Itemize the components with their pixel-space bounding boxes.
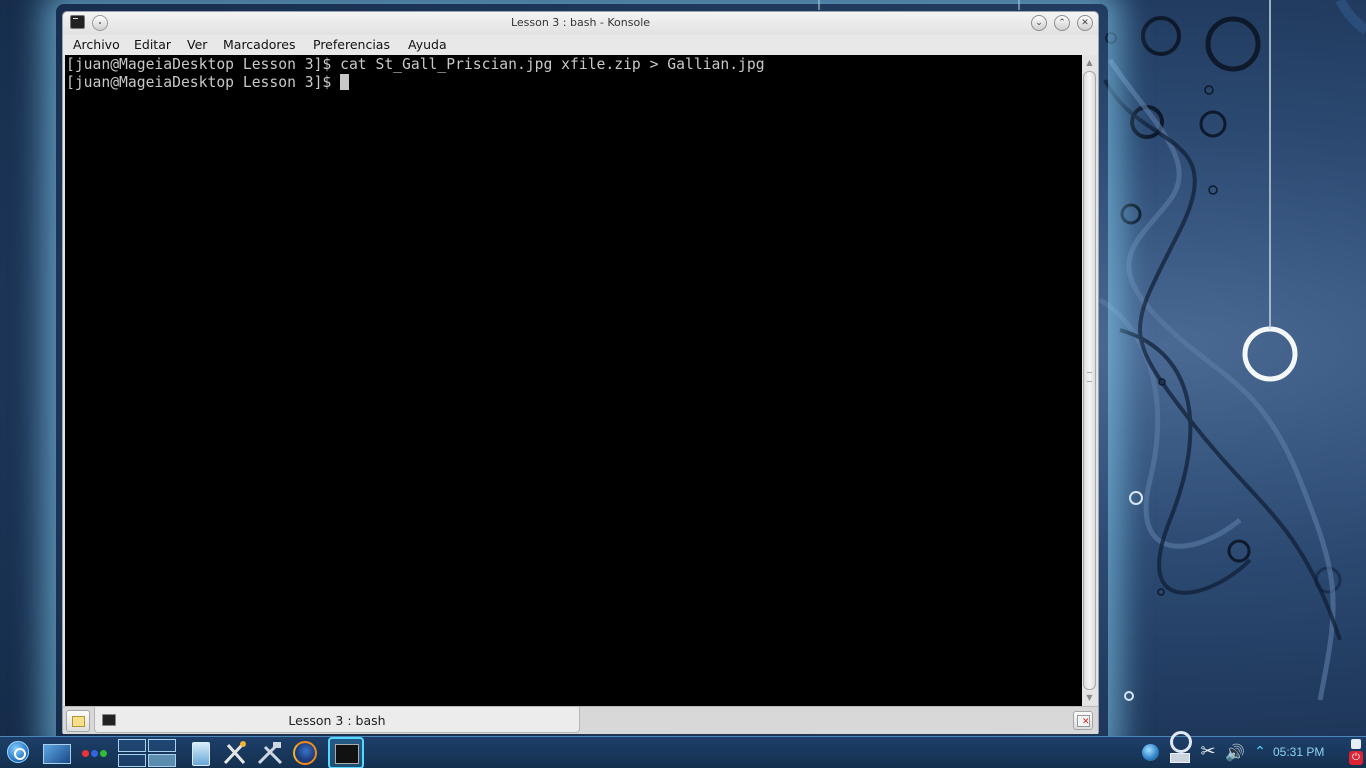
pager-desktop-3[interactable] [118,754,146,767]
tab-lesson-3-bash[interactable]: Lesson 3 : bash [94,707,580,733]
globe-icon[interactable] [1140,739,1162,767]
cashew-icon[interactable] [1348,739,1364,767]
maximize-button[interactable]: ⌃ [1054,15,1070,31]
kickoff-menu-icon[interactable] [4,739,32,767]
pager-desktop-1[interactable] [118,739,146,752]
firefox-icon[interactable] [290,739,320,767]
grip-icon [1087,372,1092,382]
text-cursor [340,74,350,90]
new-tab-button[interactable] [66,710,90,732]
file-manager-icon[interactable] [186,739,216,767]
tab-label: Lesson 3 : bash [288,713,386,728]
scroll-up-icon[interactable]: ▲ [1085,58,1094,67]
tools-icon[interactable] [255,739,285,767]
window-title: Lesson 3 : bash - Konsole [510,16,651,29]
close-button[interactable]: ✕ [1077,15,1093,31]
taskbar-panel: ✂ 🔊 ⌃ 05:31 PM [0,731,1366,768]
tab-bar: Lesson 3 : bash [63,706,1098,734]
menu-preferencias[interactable]: Preferencias [313,37,390,52]
show-desktop-icon[interactable] [42,739,71,767]
menu-archivo[interactable]: Archivo [73,37,120,52]
menubar: Archivo Editar Ver Marcadores Preferenci… [63,35,1098,55]
volume-icon[interactable]: 🔊 [1222,739,1248,767]
system-config-icon[interactable] [220,739,250,767]
konsole-icon[interactable] [328,737,364,768]
window-titlebar[interactable]: Lesson 3 : bash - Konsole ⌄ ⌃ ✕ [63,12,1098,34]
scrollbar[interactable]: ▲ ▼ [1082,55,1097,706]
virtual-desktop-pager[interactable] [118,739,178,767]
clipboard-scissors-icon[interactable]: ✂ [1197,739,1219,767]
terminal-prompt-line: [juan@MageiaDesktop Lesson 3]$ [66,74,1082,92]
network-icon[interactable] [1168,731,1192,767]
menu-marcadores[interactable]: Marcadores [223,37,296,52]
minimize-button[interactable]: ⌄ [1031,15,1047,31]
terminal-area[interactable]: [juan@MageiaDesktop Lesson 3]$ cat St_Ga… [65,55,1082,706]
menu-editar[interactable]: Editar [134,37,171,52]
activities-icon[interactable] [78,739,112,767]
terminal-prompt: [juan@MageiaDesktop Lesson 3]$ [66,74,341,91]
menu-ver[interactable]: Ver [187,37,207,52]
scrollbar-thumb[interactable] [1083,71,1096,690]
expand-tray-icon[interactable]: ⌃ [1253,739,1267,767]
close-tab-button[interactable] [1073,711,1093,730]
clock[interactable]: 05:31 PM [1273,745,1324,759]
pager-desktop-4[interactable] [148,754,176,767]
konsole-window: Lesson 3 : bash - Konsole ⌄ ⌃ ✕ Archivo … [62,11,1099,734]
terminal-line: [juan@MageiaDesktop Lesson 3]$ cat St_Ga… [66,56,765,73]
pager-desktop-2[interactable] [148,739,176,752]
menu-ayuda[interactable]: Ayuda [408,37,447,52]
scroll-down-icon[interactable]: ▼ [1085,693,1094,702]
